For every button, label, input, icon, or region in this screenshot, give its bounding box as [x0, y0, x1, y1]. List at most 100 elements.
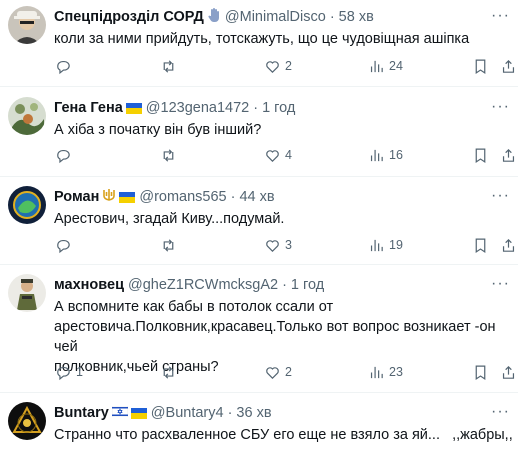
- bookmark-button[interactable]: [472, 364, 489, 381]
- more-options-icon[interactable]: ···: [491, 7, 510, 25]
- like-button[interactable]: 2: [264, 58, 292, 75]
- repost-icon: [163, 148, 174, 162]
- author-name[interactable]: Гена Гена: [54, 100, 123, 116]
- view-count: 23: [389, 365, 403, 379]
- repost-button[interactable]: [160, 237, 181, 254]
- views-icon: [370, 149, 383, 161]
- like-button[interactable]: 2: [264, 364, 292, 381]
- reply-count: 1: [76, 365, 83, 379]
- views-icon: [370, 239, 383, 251]
- views-button[interactable]: 24: [368, 58, 403, 75]
- more-options-icon[interactable]: ···: [491, 187, 510, 205]
- reply-icon: [57, 60, 70, 74]
- avatar[interactable]: [8, 6, 46, 44]
- reply-button[interactable]: [55, 147, 76, 164]
- timestamp[interactable]: 58 хв: [339, 9, 374, 25]
- ukraine-flag-icon: [125, 102, 142, 114]
- reply-post[interactable]: Buntary @Buntary4 · 36 хв ··· Странно чт…: [0, 394, 518, 451]
- heart-icon: [266, 239, 279, 252]
- share-button[interactable]: [500, 364, 517, 381]
- reply-post[interactable]: Гена Гена @123gena1472 · 1 год ··· А хіб…: [0, 88, 518, 177]
- separator-dot: ·: [227, 405, 233, 421]
- author-name[interactable]: Buntary: [54, 405, 109, 421]
- separator-dot: ·: [282, 277, 287, 293]
- like-count: 2: [285, 365, 292, 379]
- views-button[interactable]: 16: [368, 147, 403, 164]
- reply-button[interactable]: [55, 237, 76, 254]
- like-button[interactable]: 4: [264, 147, 292, 164]
- views-icon: [370, 60, 383, 72]
- post-text: Арестович, згадай Киву...подумай.: [54, 211, 285, 227]
- timestamp[interactable]: 36 хв: [236, 405, 271, 421]
- heart-icon: [266, 149, 279, 162]
- bookmark-icon: [475, 365, 486, 380]
- repost-icon: [163, 59, 174, 73]
- bookmark-button[interactable]: [472, 147, 489, 164]
- avatar[interactable]: [8, 186, 46, 224]
- timestamp[interactable]: 44 хв: [239, 189, 274, 205]
- bookmark-button[interactable]: [472, 58, 489, 75]
- view-count: 16: [389, 148, 403, 162]
- more-options-icon[interactable]: ···: [491, 275, 510, 293]
- separator-dot: ·: [253, 100, 259, 116]
- author-handle[interactable]: @Buntary4: [151, 405, 224, 421]
- bookmark-button[interactable]: [472, 237, 489, 254]
- bookmark-icon: [475, 238, 486, 253]
- author-handle[interactable]: @romans565: [139, 189, 226, 205]
- repost-icon: [163, 238, 174, 252]
- share-icon: [502, 238, 515, 252]
- avatar[interactable]: [8, 402, 46, 440]
- reply-post[interactable]: Роман @romans565 · 44 хв ··· Арестович, …: [0, 178, 518, 265]
- avatar[interactable]: [8, 97, 46, 135]
- heart-icon: [266, 60, 279, 73]
- repost-icon: [163, 365, 174, 379]
- post-text: Странно что расхваленное СБУ его еще не …: [54, 427, 513, 443]
- israel-flag-icon: [111, 405, 129, 421]
- author-handle[interactable]: @MinimalDisco: [225, 9, 326, 25]
- reply-post[interactable]: Спецпідрозділ СОРД @MinimalDisco · 58 хв…: [0, 0, 518, 87]
- timestamp[interactable]: 1 год: [262, 100, 295, 116]
- reply-button[interactable]: [55, 58, 76, 75]
- share-button[interactable]: [500, 237, 517, 254]
- view-count: 19: [389, 238, 403, 252]
- author-name[interactable]: Роман: [54, 189, 99, 205]
- views-icon: [370, 366, 383, 378]
- avatar[interactable]: [8, 274, 46, 312]
- repost-button[interactable]: [160, 147, 181, 164]
- ukraine-flag-icon: [130, 407, 147, 419]
- like-count: 3: [285, 238, 292, 252]
- share-button[interactable]: [500, 58, 517, 75]
- reply-icon: [57, 239, 70, 253]
- separator-dot: ·: [230, 189, 236, 205]
- author-name[interactable]: махновец: [54, 277, 124, 293]
- heart-icon: [266, 366, 279, 379]
- reply-feed: Спецпідрозділ СОРД @MinimalDisco · 58 хв…: [0, 0, 518, 451]
- ukraine-flag-icon: [119, 191, 136, 203]
- reply-icon: [57, 149, 70, 163]
- author-name[interactable]: Спецпідрозділ СОРД: [54, 9, 204, 25]
- views-button[interactable]: 23: [368, 364, 403, 381]
- reply-button[interactable]: 1: [55, 364, 83, 381]
- repost-button[interactable]: [160, 364, 181, 381]
- author-handle[interactable]: @123gena1472: [146, 100, 249, 116]
- trident-icon: [102, 188, 116, 206]
- more-options-icon[interactable]: ···: [491, 98, 510, 116]
- separator-dot: ·: [329, 9, 335, 25]
- share-icon: [502, 365, 515, 379]
- author-handle[interactable]: @gheZ1RCWmcksgA2: [128, 277, 278, 293]
- like-button[interactable]: 3: [264, 237, 292, 254]
- post-text-line: арестовича.Полковник,красавец.Только вот…: [54, 319, 496, 355]
- more-options-icon[interactable]: ···: [491, 403, 510, 421]
- like-count: 4: [285, 148, 292, 162]
- repost-button[interactable]: [160, 58, 181, 75]
- share-button[interactable]: [500, 147, 517, 164]
- post-text: А хіба з початку він був інший?: [54, 122, 262, 138]
- views-button[interactable]: 19: [368, 237, 403, 254]
- reply-post[interactable]: махновец @gheZ1RCWmcksgA2 · 1 год ··· А …: [0, 266, 518, 393]
- share-icon: [502, 148, 515, 162]
- view-count: 24: [389, 59, 403, 73]
- timestamp[interactable]: 1 год: [291, 277, 324, 293]
- share-icon: [502, 59, 515, 73]
- post-text: коли за ними прийдуть, тотскажуть, що це…: [54, 31, 470, 47]
- bookmark-icon: [475, 59, 486, 74]
